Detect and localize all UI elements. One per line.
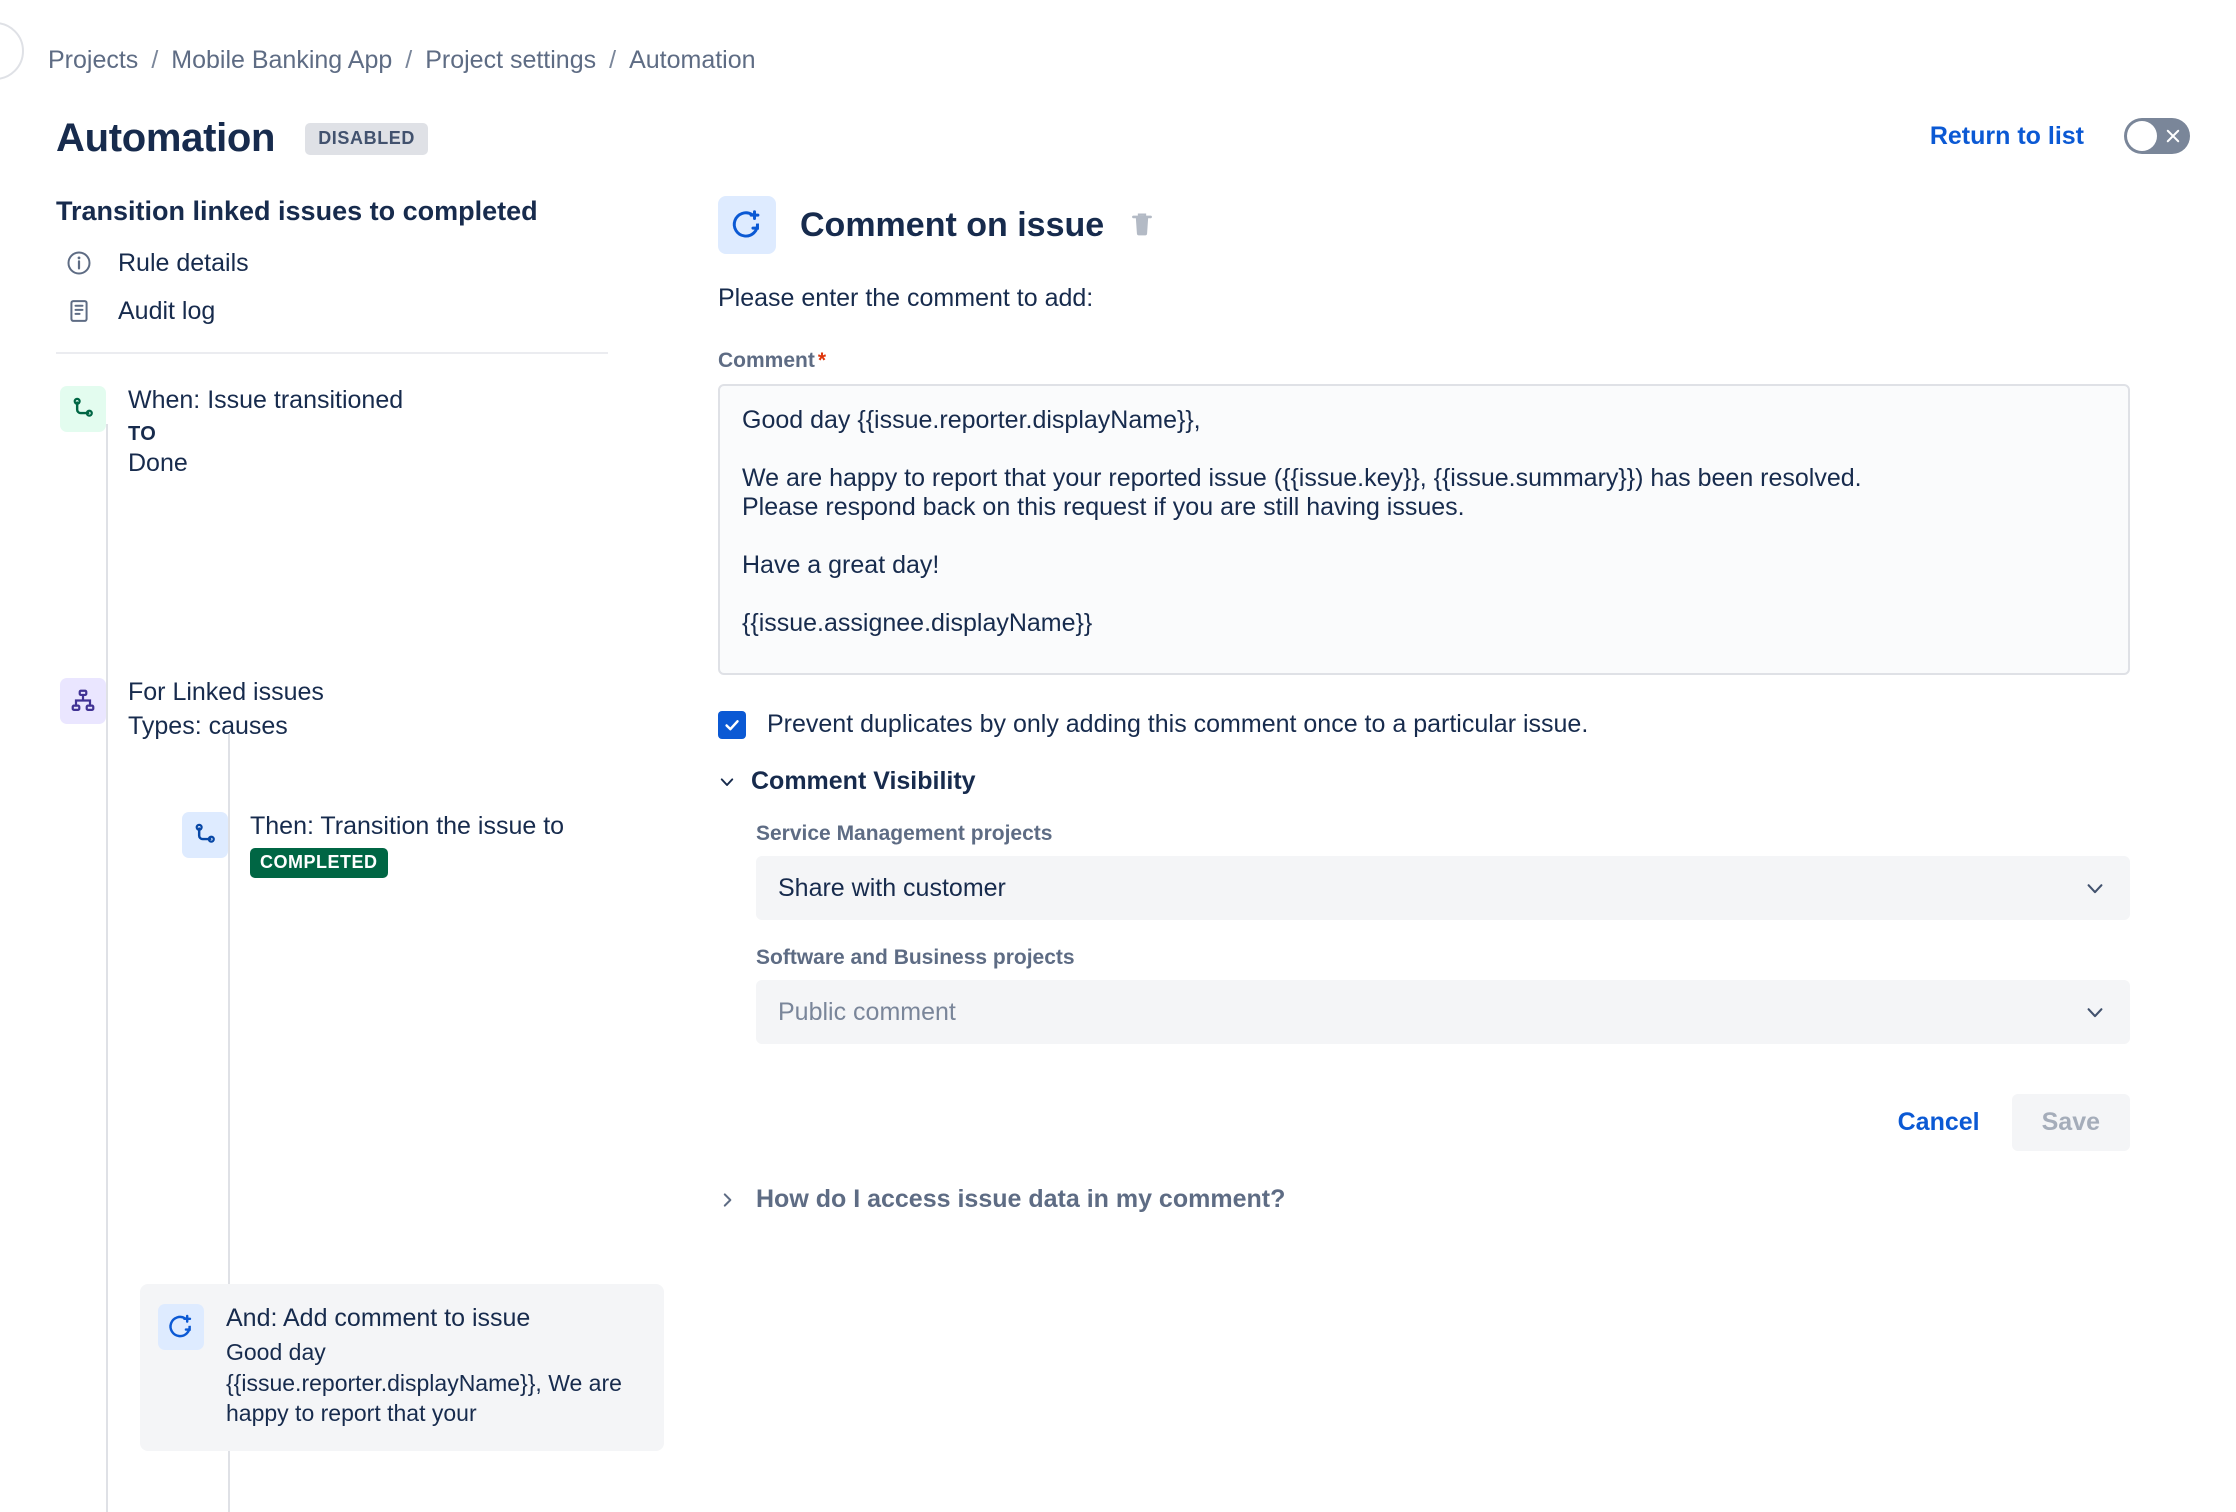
add-comment-icon [158, 1304, 204, 1350]
comment-field-label-text: Comment [718, 349, 815, 372]
prevent-duplicates-label: Prevent duplicates by only adding this c… [767, 710, 1589, 738]
comment-visibility-section-toggle[interactable]: Comment Visibility [718, 767, 2198, 796]
status-badge: DISABLED [305, 122, 429, 155]
timeline-node-body: For Linked issues Types: causes [128, 678, 324, 741]
breadcrumb-item-automation[interactable]: Automation [629, 46, 755, 75]
chevron-down-icon [2087, 1008, 2103, 1018]
service-management-select[interactable]: Share with customer [756, 856, 2130, 920]
component-title: Comment on issue [800, 205, 1105, 244]
rule-enabled-toggle[interactable] [2124, 118, 2190, 154]
breadcrumb-item-project-settings[interactable]: Project settings [425, 46, 596, 75]
toggle-knob [2127, 121, 2157, 151]
timeline-node-body: And: Add comment to issue Good day {{iss… [226, 1304, 626, 1429]
sidebar-item-rule-details[interactable]: Rule details [64, 248, 249, 278]
status-lozenge-completed: COMPLETED [250, 848, 388, 878]
breadcrumb: Projects / Mobile Banking App / Project … [48, 46, 756, 75]
timeline-node-when[interactable]: When: Issue transitioned TO Done [60, 386, 620, 478]
breadcrumb-separator: / [405, 46, 413, 74]
timeline-node-title: For Linked issues [128, 678, 324, 706]
timeline-node-title: When: Issue transitioned [128, 386, 404, 414]
timeline-node-title: Then: Transition the issue to [250, 812, 565, 840]
chevron-right-icon [723, 1192, 732, 1207]
trash-icon[interactable] [1128, 210, 1156, 240]
sidebar-item-audit-log[interactable]: Audit log [64, 296, 215, 326]
prevent-duplicates-checkbox[interactable] [718, 710, 746, 739]
required-marker: * [817, 349, 827, 372]
close-icon [2166, 129, 2180, 143]
automation-rule-editor: Projects / Mobile Banking App / Project … [0, 0, 2236, 1512]
chevron-down-icon [2087, 884, 2103, 894]
page-title: Automation [56, 116, 276, 160]
timeline-node-for-linked-issues[interactable]: For Linked issues Types: causes [60, 678, 620, 741]
timeline-trunk [106, 424, 108, 1512]
branch-hierarchy-icon [60, 678, 106, 724]
breadcrumb-separator: / [609, 46, 617, 74]
comment-input[interactable] [718, 384, 2130, 675]
timeline-node-body: Then: Transition the issue to COMPLETED [250, 812, 564, 878]
help-expander-label: How do I access issue data in my comment… [756, 1185, 1286, 1213]
chevron-down-icon [720, 777, 734, 786]
info-circle-icon [64, 248, 94, 278]
rule-sidebar: Transition linked issues to completed Ru… [0, 196, 672, 1512]
timeline-node-sub: Done [128, 449, 188, 477]
transition-icon [182, 812, 228, 858]
timeline-node-title: And: Add comment to issue [226, 1304, 531, 1332]
return-to-list-link[interactable]: Return to list [1930, 122, 2084, 151]
software-business-select[interactable]: Public comment [756, 980, 2130, 1044]
save-button[interactable]: Save [2011, 1094, 2130, 1151]
instruction-text: Please enter the comment to add: [718, 284, 1094, 312]
sidebar-divider [56, 352, 608, 354]
comment-visibility-title: Comment Visibility [751, 767, 976, 795]
header-actions: Return to list [1930, 118, 2190, 154]
transition-icon [60, 386, 106, 432]
timeline-node-body: When: Issue transitioned TO Done [128, 386, 403, 478]
timeline-node-sub: Types: causes [128, 712, 288, 740]
software-business-value: Public comment [778, 997, 956, 1026]
page-title-row: Automation DISABLED [56, 116, 429, 161]
software-business-label: Software and Business projects [756, 946, 1075, 969]
rule-name: Transition linked issues to completed [56, 196, 538, 226]
component-header: Comment on issue [718, 196, 2198, 254]
breadcrumb-separator: / [151, 46, 159, 74]
help-expander[interactable]: How do I access issue data in my comment… [718, 1185, 2198, 1214]
sidebar-item-label: Audit log [118, 296, 216, 325]
form-actions: Cancel Save [718, 1094, 2130, 1151]
service-management-label: Service Management projects [756, 822, 1053, 845]
timeline-node-then-transition[interactable]: Then: Transition the issue to COMPLETED [182, 812, 602, 878]
breadcrumb-item-projects[interactable]: Projects [48, 46, 138, 75]
timeline-node-snippet: Good day {{issue.reporter.displayName}},… [226, 1339, 622, 1427]
check-icon [725, 719, 739, 730]
comment-field-label: Comment * [718, 349, 2198, 373]
sidebar-item-label: Rule details [118, 248, 249, 277]
service-management-value: Share with customer [778, 873, 1006, 902]
edge-round-button[interactable] [0, 22, 24, 80]
timeline-node-subcaps: TO [128, 423, 157, 445]
cancel-button[interactable]: Cancel [1876, 1094, 2002, 1151]
breadcrumb-item-mobile-banking-app[interactable]: Mobile Banking App [171, 46, 392, 75]
prevent-duplicates-row[interactable]: Prevent duplicates by only adding this c… [718, 710, 2198, 739]
timeline-node-add-comment[interactable]: And: Add comment to issue Good day {{iss… [140, 1284, 664, 1451]
document-list-icon [64, 296, 94, 326]
add-comment-icon [718, 196, 776, 254]
component-detail-panel: Comment on issue Please enter the commen… [718, 196, 2198, 1214]
